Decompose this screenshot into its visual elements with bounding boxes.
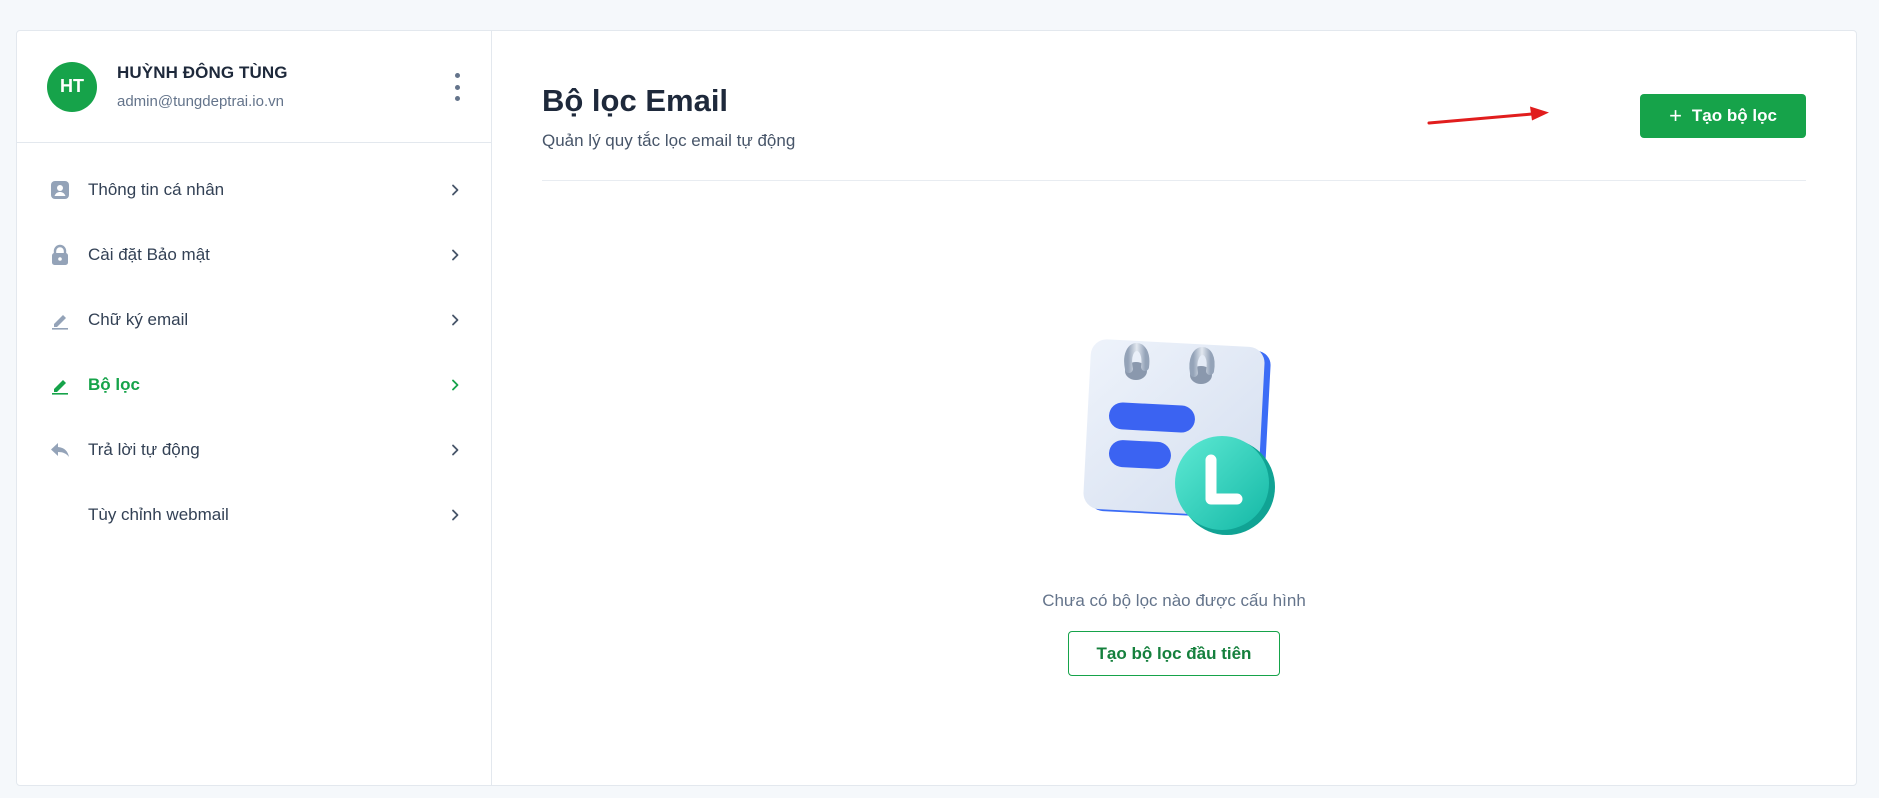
chevron-right-icon	[452, 184, 459, 195]
chevron-right-icon	[452, 509, 459, 520]
sidebar-item-personal-info[interactable]: Thông tin cá nhân	[17, 157, 491, 222]
profile-text: HUỲNH ĐÔNG TÙNG admin@tungdeptrai.io.vn	[117, 63, 288, 110]
main-content: Bộ lọc Email Quản lý quy tắc lọc email t…	[492, 31, 1856, 785]
chevron-right-icon	[452, 379, 459, 390]
chevron-right-icon	[452, 249, 459, 260]
sidebar-item-label: Trả lời tự động	[88, 439, 200, 459]
empty-state: Chưa có bộ lọc nào được cấu hình Tạo bộ …	[542, 311, 1806, 676]
pen-icon	[47, 307, 73, 333]
user-badge-icon	[47, 177, 73, 203]
create-filter-label: Tạo bộ lọc	[1691, 106, 1777, 125]
sidebar-item-webmail-settings[interactable]: Tùy chỉnh webmail	[17, 482, 491, 547]
blank-icon	[47, 502, 73, 528]
sidebar-item-auto-reply[interactable]: Trả lời tự động	[17, 417, 491, 482]
pen-icon	[47, 372, 73, 398]
create-filter-button[interactable]: + Tạo bộ lọc	[1640, 94, 1806, 138]
profile-email: admin@tungdeptrai.io.vn	[117, 93, 284, 110]
plus-icon: +	[1669, 103, 1682, 128]
reply-icon	[47, 437, 73, 463]
chevron-right-icon	[452, 444, 459, 455]
sidebar-item-label: Tùy chỉnh webmail	[88, 504, 229, 524]
profile-name: HUỲNH ĐÔNG TÙNG	[117, 63, 288, 82]
settings-card: HT HUỲNH ĐÔNG TÙNG admin@tungdeptrai.io.…	[16, 30, 1857, 786]
sidebar-item-label: Cài đặt Bảo mật	[88, 244, 210, 264]
sidebar: HT HUỲNH ĐÔNG TÙNG admin@tungdeptrai.io.…	[17, 31, 492, 785]
sidebar-item-label: Thông tin cá nhân	[88, 179, 225, 199]
sidebar-item-label: Chữ ký email	[88, 309, 189, 329]
calendar-clock-icon	[1083, 339, 1275, 535]
page-title: Bộ lọc Email	[542, 83, 729, 118]
sidebar-item-label: Bộ lọc	[88, 374, 140, 394]
more-options-icon[interactable]	[449, 73, 465, 101]
chevron-right-icon	[452, 314, 459, 325]
lock-icon	[47, 242, 73, 268]
settings-nav: Thông tin cá nhân Cài đặt Bảo mật Chữ ký…	[17, 143, 491, 547]
annotation-arrow-icon	[1427, 106, 1549, 125]
page-subtitle: Quản lý quy tắc lọc email tự động	[542, 131, 796, 150]
sidebar-item-filters[interactable]: Bộ lọc	[17, 352, 491, 417]
avatar: HT	[47, 61, 97, 112]
sidebar-item-security[interactable]: Cài đặt Bảo mật	[17, 222, 491, 287]
create-first-filter-button[interactable]: Tạo bộ lọc đầu tiên	[1068, 631, 1280, 676]
empty-message: Chưa có bộ lọc nào được cấu hình	[1042, 591, 1306, 610]
user-profile: HT HUỲNH ĐÔNG TÙNG admin@tungdeptrai.io.…	[17, 31, 491, 143]
sidebar-item-signature[interactable]: Chữ ký email	[17, 287, 491, 352]
page-header: Bộ lọc Email Quản lý quy tắc lọc email t…	[542, 31, 1806, 181]
